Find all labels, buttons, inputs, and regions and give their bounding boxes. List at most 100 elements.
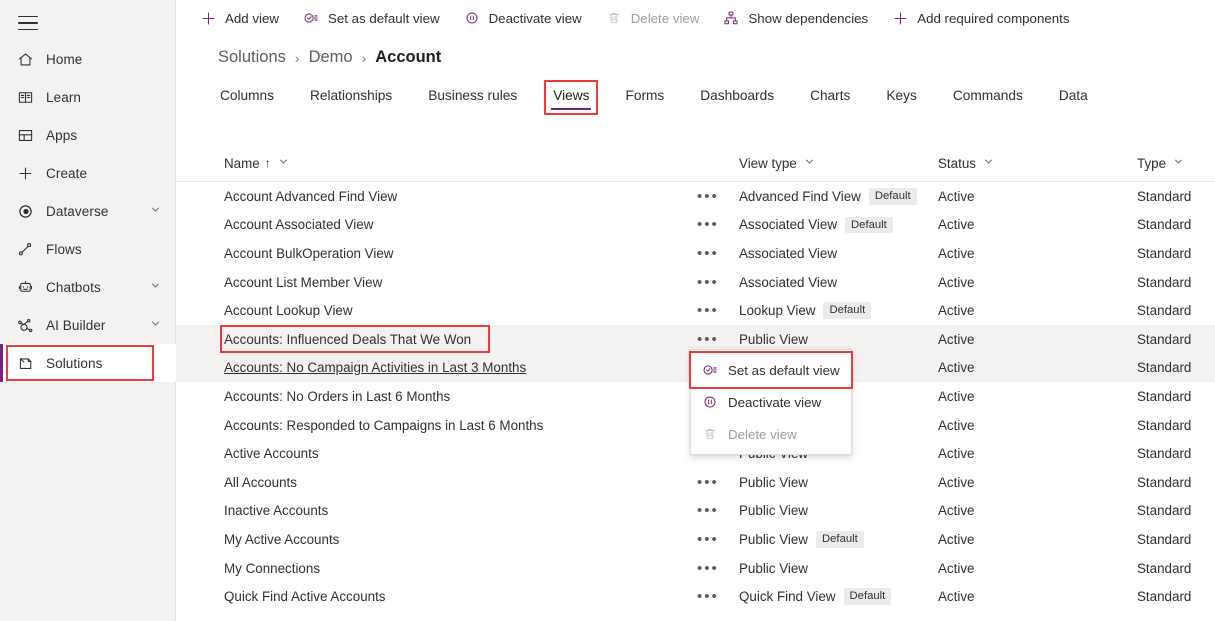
sidebar-item-create[interactable]: Create <box>0 154 176 192</box>
view-type-label: Associated View <box>739 217 838 233</box>
default-badge: Default <box>815 531 864 548</box>
table-row[interactable]: Inactive Accounts ••• Public View Active Sta… <box>176 497 1215 526</box>
view-name-label: My Connections <box>224 560 321 576</box>
hamburger-line <box>18 28 38 31</box>
tab-charts[interactable]: Charts <box>808 84 852 110</box>
cell-view-type: Lookup View Default <box>739 296 872 325</box>
tab-dashboards[interactable]: Dashboards <box>698 84 776 110</box>
table-row[interactable]: My Active Accounts ••• Public View Default A… <box>176 525 1215 554</box>
command-label: Add required components <box>917 10 1070 26</box>
cell-name[interactable]: Active Accounts <box>224 439 319 468</box>
cell-name[interactable]: My Active Accounts <box>224 525 339 554</box>
cell-name[interactable]: Account Lookup View <box>224 296 353 325</box>
sidebar-item-solutions[interactable]: Solutions <box>0 344 176 382</box>
table-header-row: Name ↑ View type Status Type <box>176 146 1215 182</box>
command-label: Delete view <box>630 10 700 26</box>
table-row[interactable]: Account Advanced Find View ••• Advanced Fi… <box>176 182 1215 211</box>
tab-relationships[interactable]: Relationships <box>308 84 394 110</box>
sidebar-item-dataverse[interactable]: Dataverse <box>0 192 176 230</box>
table-row[interactable]: Account Lookup View ••• Lookup View Default… <box>176 296 1215 325</box>
cell-name[interactable]: Quick Find Active Accounts <box>224 582 386 611</box>
row-more-options-button[interactable]: ••• <box>697 239 719 268</box>
view-type-label: Quick Find View <box>739 589 836 605</box>
sidebar-item-flows[interactable]: Flows <box>0 230 176 268</box>
menu-item-set-as-default-view[interactable]: Set as default view <box>689 351 853 389</box>
cell-name[interactable]: Account Advanced Find View <box>224 182 397 211</box>
row-more-options-button[interactable]: ••• <box>697 468 719 497</box>
table-row[interactable]: Account BulkOperation View ••• Associated … <box>176 239 1215 268</box>
row-more-options-button[interactable]: ••• <box>697 182 719 211</box>
command-add-required-components[interactable]: Add required components <box>890 0 1079 36</box>
sidebar-item-apps[interactable]: Apps <box>0 116 176 154</box>
pause-circle-icon <box>462 8 482 28</box>
row-more-options-button[interactable]: ••• <box>697 582 719 611</box>
cell-type: Standard <box>1137 388 1192 404</box>
cell-name[interactable]: All Accounts <box>224 468 297 497</box>
chevron-down-icon[interactable] <box>803 155 816 171</box>
nav-item-list: Home Learn Apps Create Dataverse Flows Chatbot… <box>0 40 176 382</box>
breadcrumb-item-demo[interactable]: Demo <box>309 48 353 67</box>
cell-type: Standard <box>1137 245 1192 261</box>
table-row[interactable]: My Connections ••• Public View Active Standa… <box>176 554 1215 583</box>
menu-item-deactivate-view[interactable]: Deactivate view <box>691 386 851 418</box>
cell-name[interactable]: Accounts: Responded to Campaigns in Last… <box>224 411 543 440</box>
view-name-label: Active Accounts <box>224 446 319 462</box>
cell-name[interactable]: Accounts: Influenced Deals That We Won <box>224 325 471 354</box>
chevron-down-icon[interactable] <box>149 279 162 295</box>
sidebar-item-home[interactable]: Home <box>0 40 176 78</box>
cell-name[interactable]: My Connections <box>224 554 320 583</box>
tab-views[interactable]: Views <box>544 80 599 115</box>
row-more-options-button[interactable]: ••• <box>697 525 719 554</box>
view-type-label: Public View <box>739 331 808 347</box>
tab-business-rules[interactable]: Business rules <box>426 84 519 110</box>
chevron-down-icon[interactable] <box>1172 155 1185 171</box>
hamburger-line <box>18 22 38 24</box>
cell-name[interactable]: Inactive Accounts <box>224 497 328 526</box>
view-name-label: Accounts: No Campaign Activities in Last… <box>224 360 527 376</box>
row-more-options-button[interactable]: ••• <box>697 497 719 526</box>
sidebar-item-learn[interactable]: Learn <box>0 78 176 116</box>
table-row[interactable]: Account Associated View ••• Associated Vie… <box>176 211 1215 240</box>
view-type-label: Lookup View <box>739 303 816 319</box>
row-more-options-button[interactable]: ••• <box>697 554 719 583</box>
column-header-name[interactable]: Name ↑ <box>224 155 290 171</box>
command-deactivate-view[interactable]: Deactivate view <box>462 0 592 36</box>
chevron-down-icon[interactable] <box>982 155 995 171</box>
sidebar-item-chatbots[interactable]: Chatbots <box>0 268 176 306</box>
table-row[interactable]: Account List Member View ••• Associated Vi… <box>176 268 1215 297</box>
cell-name[interactable]: Account BulkOperation View <box>224 239 393 268</box>
tab-data[interactable]: Data <box>1057 84 1090 110</box>
check-list-icon <box>701 361 719 379</box>
chevron-down-icon[interactable] <box>149 317 162 333</box>
cell-name[interactable]: Accounts: No Orders in Last 6 Months <box>224 382 450 411</box>
tab-forms[interactable]: Forms <box>623 84 666 110</box>
command-add-view[interactable]: Add view <box>198 0 289 36</box>
tab-columns[interactable]: Columns <box>218 84 276 110</box>
command-set-as-default-view[interactable]: Set as default view <box>301 0 450 36</box>
chevron-down-icon[interactable] <box>277 155 290 171</box>
row-more-options-button[interactable]: ••• <box>697 296 719 325</box>
table-row[interactable]: Quick Find Active Accounts ••• Quick Find … <box>176 582 1215 611</box>
view-name-label: Account Associated View <box>224 217 374 233</box>
cell-name[interactable]: Account List Member View <box>224 268 382 297</box>
command-show-dependencies[interactable]: Show dependencies <box>721 0 878 36</box>
breadcrumb-item-solutions[interactable]: Solutions <box>218 48 286 67</box>
row-more-options-button[interactable]: ••• <box>697 268 719 297</box>
cell-name[interactable]: Accounts: No Campaign Activities in Last… <box>224 354 526 383</box>
global-navigation-button[interactable] <box>12 9 44 37</box>
view-type-label: Public View <box>739 503 808 519</box>
column-header-type[interactable]: View type <box>739 155 816 171</box>
tab-commands[interactable]: Commands <box>951 84 1025 110</box>
cell-name[interactable]: Account Associated View <box>224 211 373 240</box>
content-area: Solutions › Demo › Account Columns Relationsh… <box>176 36 1215 621</box>
row-more-options-button[interactable]: ••• <box>697 211 719 240</box>
cell-status: Active <box>938 331 975 347</box>
cell-status: Active <box>938 531 975 547</box>
column-header-status[interactable]: Status <box>938 155 995 171</box>
sidebar-item-ai-builder[interactable]: AI Builder <box>0 306 176 344</box>
table-row[interactable]: All Accounts ••• Public View Active Standard <box>176 468 1215 497</box>
tab-keys[interactable]: Keys <box>884 84 918 110</box>
column-header-kind[interactable]: Type <box>1137 155 1185 171</box>
cell-status: Active <box>938 503 975 519</box>
chevron-down-icon[interactable] <box>149 203 162 219</box>
